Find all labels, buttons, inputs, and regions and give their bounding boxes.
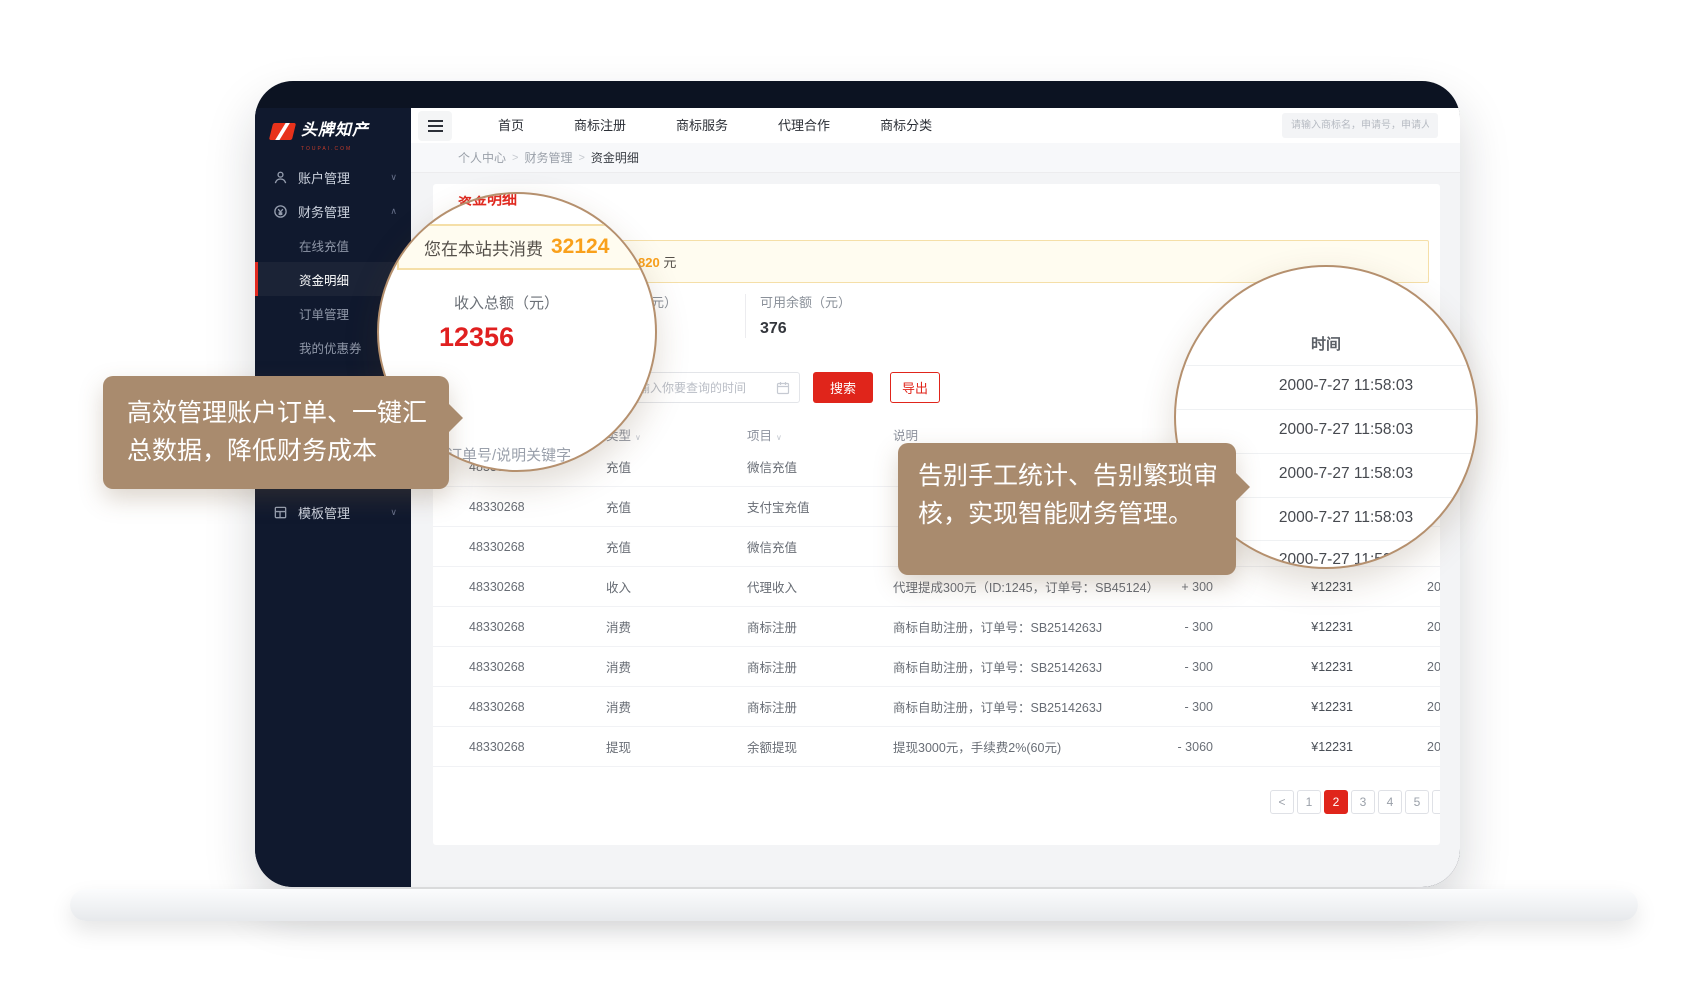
export-button[interactable]: 导出 xyxy=(890,372,940,403)
col-project-header[interactable]: 项目∨ xyxy=(747,425,893,444)
nav-item-trademark-reg[interactable]: 商标注册 xyxy=(549,108,651,143)
page-button-3[interactable]: 3 xyxy=(1351,790,1375,814)
magnified-page-title: 资金明细 xyxy=(457,192,517,209)
calendar-icon xyxy=(776,381,790,395)
user-icon xyxy=(273,170,288,185)
brand-sub-text: TOUPAI.COM xyxy=(301,141,369,158)
col-desc-header: 说明 xyxy=(893,425,1169,444)
table-row[interactable]: 48330268消费商标注册商标自助注册，订单号：SB2514263J- 300… xyxy=(433,607,1440,647)
page: 头牌知产 TOUPAI.COM 账户管理 ∨ 财务管理 ∧ xyxy=(0,0,1696,1002)
callout-right: 告别手工统计、告别繁琐审核，实现智能财务管理。 xyxy=(898,443,1236,575)
table-row[interactable]: 48330268消费商标注册商标自助注册，订单号：SB2514263J- 300… xyxy=(433,647,1440,687)
row-divider xyxy=(1176,365,1476,366)
stat-divider xyxy=(745,294,746,338)
stat-balance: 可用余额（元） 376 xyxy=(760,292,851,338)
sort-caret-icon: ∨ xyxy=(635,433,641,442)
table-row[interactable]: 48330268提现余额提现提现3000元，手续费2%(60元)- 3060¥1… xyxy=(433,727,1440,767)
magnified-time: 2000-7-27 11:58:03 xyxy=(1196,377,1478,395)
table-row[interactable]: 48330268消费商标注册商标自助注册，订单号：SB2514263J- 300… xyxy=(433,687,1440,727)
row-divider xyxy=(1176,409,1476,410)
nav-item-agency[interactable]: 代理合作 xyxy=(753,108,855,143)
global-search xyxy=(1282,113,1438,138)
sidebar-item-label: 财务管理 xyxy=(298,202,350,221)
page-button-5[interactable]: 5 xyxy=(1405,790,1429,814)
magnified-stat-value: 12356 xyxy=(439,322,514,353)
sidebar-subitem-label: 在线充值 xyxy=(299,236,349,255)
breadcrumb-item[interactable]: 财务管理 xyxy=(524,149,572,166)
magnified-time: 2000-7-27 11:58:03 xyxy=(1196,421,1478,439)
breadcrumb-item[interactable]: 个人中心 xyxy=(458,149,506,166)
callout-left: 高效管理账户订单、一键汇总数据，降低财务成本 xyxy=(103,376,449,489)
nav-item-classify[interactable]: 商标分类 xyxy=(855,108,957,143)
nav-item-trademark-svc[interactable]: 商标服务 xyxy=(651,108,753,143)
col-type-header[interactable]: 类型∨ xyxy=(606,425,747,444)
sidebar-subitem-label: 我的优惠券 xyxy=(299,338,362,357)
brand-name: 头牌知产 TOUPAI.COM xyxy=(301,122,369,158)
sidebar-item-label: 模板管理 xyxy=(298,503,350,522)
menu-icon[interactable] xyxy=(418,111,452,141)
chevron-down-icon: ∨ xyxy=(390,172,397,183)
chevron-down-icon: ∨ xyxy=(390,507,397,518)
brand-logo[interactable]: 头牌知产 TOUPAI.COM xyxy=(255,108,411,160)
page-button-2-active[interactable]: 2 xyxy=(1324,790,1348,814)
magnified-banner-amount: 32124 xyxy=(551,235,609,259)
nav-items: 首页 商标注册 商标服务 代理合作 商标分类 xyxy=(473,108,957,143)
nav-item-home[interactable]: 首页 xyxy=(473,108,549,143)
page-button-4[interactable]: 4 xyxy=(1378,790,1402,814)
breadcrumb-current: 资金明细 xyxy=(591,149,639,166)
pagination: < 1 2 3 4 5 > xyxy=(1270,790,1440,814)
banner-unit: 元 xyxy=(663,255,676,270)
magnified-time-header: 时间 xyxy=(1176,333,1476,354)
breadcrumb-sep: > xyxy=(578,152,584,164)
magnified-time: 2000-7-27 11:58:03 xyxy=(1196,551,1478,569)
breadcrumb: 个人中心 > 财务管理 > 资金明细 xyxy=(411,143,1460,173)
magnified-banner-prefix: 您在本站共消费 xyxy=(424,235,543,260)
global-search-input[interactable] xyxy=(1282,113,1438,138)
sidebar-item-finance[interactable]: 财务管理 ∧ xyxy=(255,194,411,228)
laptop-base xyxy=(70,889,1638,921)
template-icon xyxy=(273,505,288,520)
magnified-stat-label: 收入总额（元） xyxy=(454,292,559,313)
sidebar-item-account[interactable]: 账户管理 ∨ xyxy=(255,160,411,194)
breadcrumb-sep: > xyxy=(512,152,518,164)
sidebar-subitem-recharge[interactable]: 在线充值 xyxy=(255,228,411,262)
magnified-banner: 您在本站共消费 32124 xyxy=(397,224,657,270)
brand-name-text: 头牌知产 xyxy=(301,122,369,139)
sidebar-item-templates[interactable]: 模板管理 ∨ xyxy=(255,495,411,529)
chevron-up-icon: ∧ xyxy=(390,206,397,217)
next-page-button[interactable]: > xyxy=(1432,790,1440,814)
stat-value: 376 xyxy=(760,320,851,338)
sidebar-item-label: 账户管理 xyxy=(298,168,350,187)
brand-logo-icon xyxy=(269,123,296,140)
sort-caret-icon: ∨ xyxy=(776,433,782,442)
search-button[interactable]: 搜索 xyxy=(813,372,873,403)
top-nav: 首页 商标注册 商标服务 代理合作 商标分类 xyxy=(411,108,1460,143)
stat-label: 可用余额（元） xyxy=(760,292,851,311)
sidebar-subitem-label: 订单管理 xyxy=(299,304,349,323)
page-button-1[interactable]: 1 xyxy=(1297,790,1321,814)
sidebar-subitem-label: 资金明细 xyxy=(299,270,349,289)
magnified-time: 2000-7-27 11:58:03 xyxy=(1196,509,1478,527)
prev-page-button[interactable]: < xyxy=(1270,790,1294,814)
finance-icon xyxy=(273,204,288,219)
magnified-table-header: 订单号/说明关键字 xyxy=(447,444,571,465)
sidebar: 头牌知产 TOUPAI.COM 账户管理 ∨ 财务管理 ∧ xyxy=(255,108,411,887)
